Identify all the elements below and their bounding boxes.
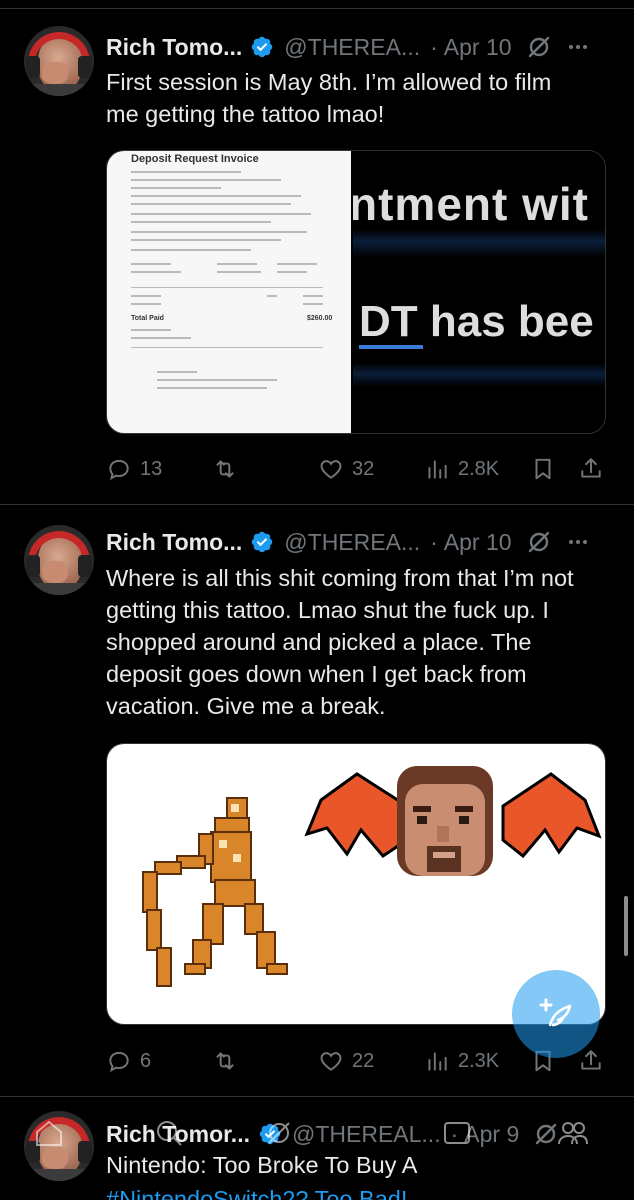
reply-button[interactable]: 6 [106,1044,151,1078]
bookmark-button[interactable] [530,452,556,486]
avatar[interactable] [24,26,94,96]
zoom-line-1: ntment wit [353,178,589,230]
verified-badge-icon[interactable] [250,530,274,554]
like-button[interactable]: 32 [318,452,374,486]
views-count: 2.8K [458,457,500,480]
reply-icon [109,1051,129,1073]
like-count: 32 [352,457,375,480]
zoomed-text-image: ntment wit DT has bee [353,151,605,433]
scrollbar[interactable] [624,896,628,956]
invoice-screenshot: Deposit Request Invoice Total Paid $260.… [107,151,351,433]
repost-icon [216,460,234,478]
tweet-date[interactable]: Apr 10 [444,529,512,556]
like-count: 22 [352,1049,375,1072]
invoice-total-value: $260.00 [307,315,333,322]
repost-icon [216,1052,234,1070]
zoom-line-2: DT has bee [359,297,594,346]
like-icon [320,1052,342,1071]
tweet-actions: 13 32 2.8K [106,452,606,486]
author-handle[interactable]: @THEREA... [284,529,420,556]
avatar[interactable] [24,525,94,595]
communities-icon[interactable] [440,1116,474,1150]
hashtag-link[interactable]: #NintendoSwitch2? Too Bad! [106,1186,407,1200]
compose-button[interactable] [512,970,600,1058]
tweet-date[interactable]: Apr 10 [444,34,512,61]
grok-icon[interactable] [526,34,552,60]
author-name[interactable]: Rich Tomo... [106,529,242,556]
like-icon [320,460,342,479]
reply-count: 13 [140,457,163,480]
share-icon [581,1050,601,1070]
tweet-text: Where is all this shit coming from that … [106,565,574,719]
like-button[interactable]: 22 [318,1044,374,1078]
compose-icon [539,998,572,1027]
more-icon[interactable] [566,35,590,59]
home-icon[interactable] [32,1116,66,1150]
author-name[interactable]: Rich Tomo... [106,34,242,61]
reply-count: 6 [140,1049,152,1072]
tweet-text: First session is May 8th. I’m allowed to… [106,69,552,127]
share-button[interactable] [578,452,604,486]
invoice-title: Deposit Request Invoice [131,153,259,165]
views-count: 2.3K [458,1049,500,1072]
separator-dot: · [430,528,438,555]
author-handle[interactable]: @THEREA... [284,34,420,61]
share-icon [581,458,601,478]
grok-tab-icon[interactable] [262,1116,296,1150]
bookmark-icon [535,458,551,480]
views-icon [428,460,447,479]
invoice-total-label: Total Paid [131,315,164,322]
reply-button[interactable]: 13 [106,452,162,486]
separator-dot: · [430,33,438,60]
tweet-header: Rich Tomo... @THEREA... · Apr 10 [106,30,590,64]
views-icon [428,1052,447,1071]
tweet-header: Rich Tomo... @THEREA... · Apr 10 [106,525,590,559]
grok-icon[interactable] [526,529,552,555]
explore-icon[interactable] [152,1116,186,1150]
bottom-tab-bar [0,1108,634,1168]
tweet-1[interactable]: Rich Tomo... @THEREA... · Apr 10 First s… [0,0,634,504]
reply-icon [109,459,129,481]
repost-button[interactable] [212,452,238,486]
people-icon[interactable] [556,1116,590,1150]
views-button[interactable]: 2.8K [424,452,499,486]
tweet-media[interactable]: Deposit Request Invoice Total Paid $260.… [106,150,606,434]
more-icon[interactable] [566,530,590,554]
verified-badge-icon[interactable] [250,35,274,59]
views-button[interactable]: 2.3K [424,1044,499,1078]
repost-button[interactable] [212,1044,238,1078]
